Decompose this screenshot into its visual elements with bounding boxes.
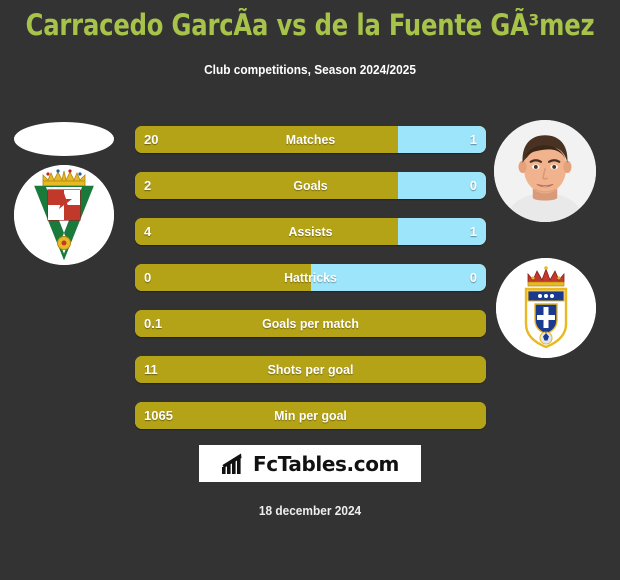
- brand-name: FcTables.com: [253, 451, 399, 476]
- stat-value-right: 1: [469, 224, 477, 239]
- club-crest-left: [14, 165, 114, 265]
- stat-label: Goals per match: [262, 316, 359, 331]
- stat-value-left: 0: [144, 270, 152, 285]
- page-subtitle: Club competitions, Season 2024/2025: [204, 63, 416, 77]
- stat-row: Shots per goal 11: [135, 356, 486, 383]
- stat-value-left: 4: [144, 224, 152, 239]
- stat-label: Hattricks: [284, 270, 337, 285]
- stat-value-left: 20: [144, 132, 159, 147]
- stat-row: Assists 4 1: [135, 218, 486, 245]
- stat-label: Shots per goal: [267, 362, 354, 377]
- stat-row: Goals per match 0.1: [135, 310, 486, 337]
- stat-value-left: 2: [144, 178, 152, 193]
- stat-comparison-list: Matches 20 1 Goals 2 0 Assists 4 1 Hattr…: [135, 126, 486, 429]
- stat-value-right: 0: [469, 178, 477, 193]
- stat-value-left: 0.1: [144, 316, 163, 331]
- stat-value-right: 1: [469, 132, 477, 147]
- stat-value-left: 11: [144, 362, 158, 377]
- page-title: Carracedo GarcÃ­a vs de la Fuente GÃ³mez: [25, 8, 595, 42]
- bar-chart-icon: [222, 453, 242, 474]
- stat-row: Goals 2 0: [135, 172, 486, 199]
- stat-row: Min per goal 1065: [135, 402, 486, 429]
- player-photo-placeholder-left: [14, 122, 114, 156]
- stat-label: Goals: [293, 178, 328, 193]
- footer-date: 18 december 2024: [258, 504, 362, 518]
- club-crest-right: [496, 258, 596, 358]
- stat-label: Min per goal: [274, 408, 347, 423]
- stat-row: Hattricks 0 0: [135, 264, 486, 291]
- player-portrait-icon: [494, 120, 596, 222]
- cordoba-cf-crest-icon: [14, 165, 114, 265]
- stat-value-right: 0: [469, 270, 477, 285]
- real-oviedo-crest-icon: [496, 258, 596, 358]
- brand-logo[interactable]: FcTables.com: [199, 445, 421, 482]
- stat-label: Assists: [288, 224, 333, 239]
- stat-value-left: 1065: [144, 408, 173, 423]
- player-photo-right: [494, 120, 596, 222]
- stat-label: Matches: [285, 132, 336, 147]
- stat-row: Matches 20 1: [135, 126, 486, 153]
